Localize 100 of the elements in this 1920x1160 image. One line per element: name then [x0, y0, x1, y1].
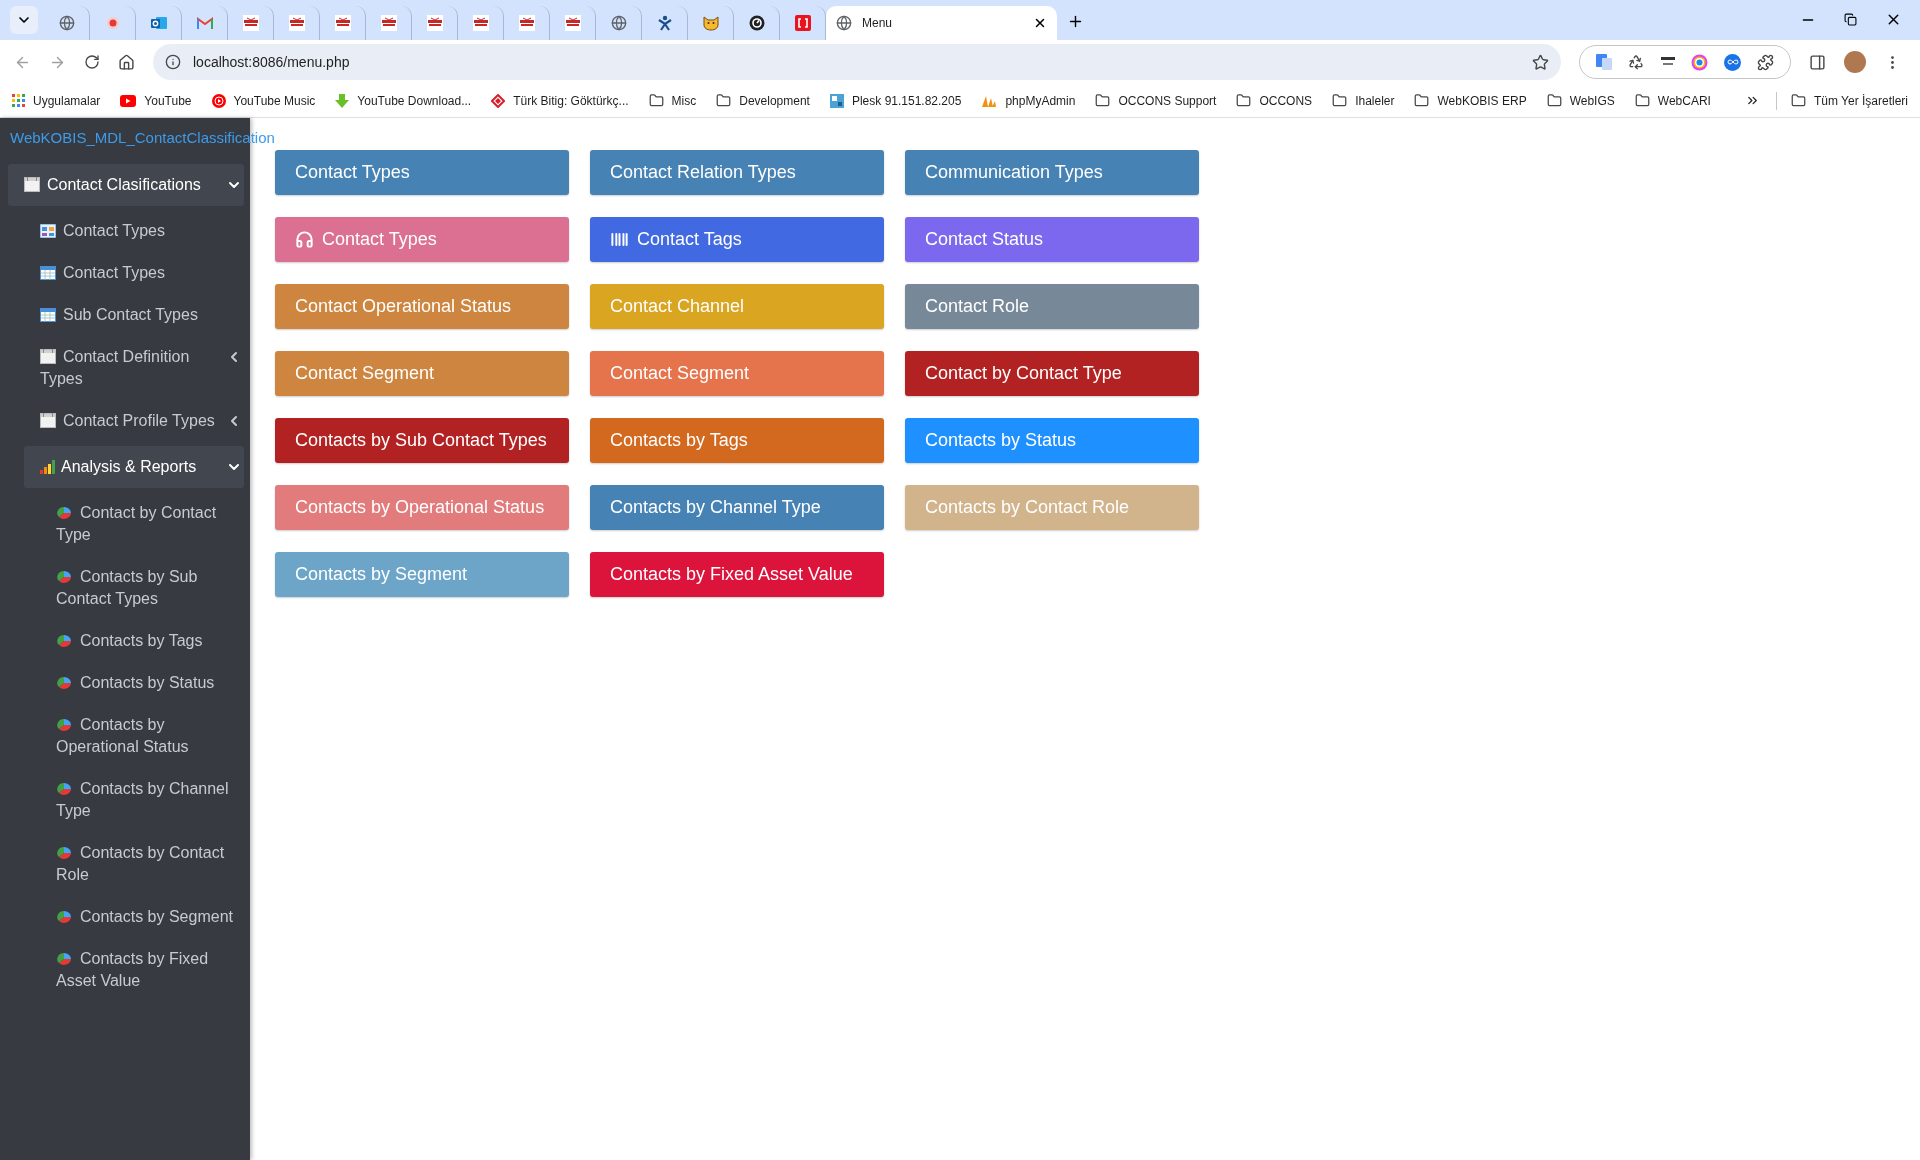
pie-chart-icon — [56, 676, 72, 689]
menu-button[interactable]: Contact Role — [905, 284, 1199, 329]
browser-tab[interactable]: Menu — [826, 6, 1057, 40]
menu-button[interactable]: Contacts by Tags — [590, 418, 884, 463]
window-icon — [40, 349, 56, 364]
bookmark-link[interactable]: Development — [716, 91, 810, 110]
sidebar-item[interactable]: Contacts by Sub Contact Types — [40, 556, 244, 620]
envelope-icon — [196, 17, 213, 29]
bookmark-link[interactable]: OCCONS — [1236, 91, 1313, 110]
pie-chart-icon — [56, 570, 72, 583]
bookmark-link[interactable]: OCCONS Support — [1095, 91, 1217, 110]
pie-chart-icon — [56, 718, 72, 731]
folder-icon — [1634, 93, 1650, 108]
bookmark-link[interactable]: Tüm Yer İşaretleri — [1790, 91, 1908, 110]
bookmark-link[interactable]: Türk Bitig: Göktürkç... — [491, 91, 629, 110]
apps-grid-icon — [12, 94, 25, 107]
bookmark-link[interactable]: Misc — [648, 91, 697, 110]
profile-avatar[interactable] — [1844, 51, 1866, 73]
barcode-icon — [610, 230, 629, 249]
table-icon — [40, 308, 56, 322]
new-tab-icon[interactable] — [1067, 13, 1084, 30]
infinity-icon[interactable] — [1724, 53, 1742, 71]
menu-button[interactable]: Contact Types — [275, 150, 569, 195]
color-wheel-icon[interactable] — [1691, 53, 1709, 71]
diamond-icon — [491, 93, 506, 108]
menu-button[interactable]: Contacts by Sub Contact Types — [275, 418, 569, 463]
sidebar-item[interactable]: Contacts by Segment — [40, 896, 244, 938]
bookmark-link[interactable]: WebIGS — [1546, 91, 1615, 110]
sidebar-item[interactable]: Contact Types — [24, 210, 244, 252]
logo-icon — [426, 15, 443, 31]
globe-icon — [610, 15, 627, 31]
sidebar-item[interactable]: Contacts by Status — [40, 662, 244, 704]
bookmark-link[interactable]: Ihaleler — [1332, 91, 1395, 110]
sidebar-item[interactable]: Contact Types — [24, 252, 244, 294]
url-text: localhost:8086/menu.php — [193, 52, 351, 72]
sidebar-item[interactable]: Contacts by Contact Role — [40, 832, 244, 896]
logo-icon — [334, 15, 351, 31]
pie-chart-icon — [56, 846, 72, 859]
tab-search-button[interactable] — [10, 6, 38, 34]
restore-icon[interactable] — [1844, 13, 1857, 26]
globe-icon — [58, 15, 75, 31]
logo-icon — [518, 15, 535, 31]
bookmark-star-icon[interactable] — [1532, 53, 1549, 71]
bookmark-link[interactable]: YouTube — [120, 91, 192, 110]
menu-button[interactable]: Communication Types — [905, 150, 1199, 195]
bookmark-link[interactable]: YouTube Download... — [335, 91, 472, 110]
folder-icon — [1095, 93, 1111, 108]
grid-icon — [40, 224, 56, 238]
sidebar-item[interactable]: Contacts by Channel Type — [40, 768, 244, 832]
window-icon — [40, 413, 56, 428]
bookmark-link[interactable]: phpMyAdmin — [981, 91, 1076, 110]
sidebar-item[interactable]: Contacts by Tags — [40, 620, 244, 662]
bracket-icon — [794, 15, 811, 31]
sidebar-item[interactable]: Contacts by Fixed Asset Value — [40, 938, 244, 1002]
site-info-icon[interactable] — [165, 54, 181, 70]
sidebar-item[interactable]: Contacts by Operational Status — [40, 704, 244, 768]
side-panel-icon[interactable] — [1809, 53, 1826, 71]
window-icon — [24, 177, 40, 192]
sidebar-group-header[interactable]: Analysis & Reports — [24, 446, 244, 488]
tab-title: Menu — [862, 15, 894, 32]
sidebar-group-header[interactable]: Contact Clasifications — [8, 164, 244, 206]
bookmark-link[interactable]: YouTube Music — [211, 91, 316, 110]
menu-button[interactable]: Contact Relation Types — [590, 150, 884, 195]
bookmark-link[interactable]: Uygulamalar — [12, 91, 101, 110]
logo-icon — [288, 15, 305, 31]
address-bar[interactable]: localhost:8086/menu.php — [153, 44, 1561, 80]
menu-button[interactable]: Contacts by Channel Type — [590, 485, 884, 530]
extensions-icon[interactable] — [1757, 53, 1775, 71]
folder-icon — [716, 93, 732, 108]
sidebar-item[interactable]: Contact Profile Types — [24, 400, 244, 442]
translate-icon[interactable] — [1595, 54, 1612, 70]
table-icon — [40, 266, 56, 280]
close-icon[interactable] — [1033, 16, 1047, 30]
menu-button[interactable]: Contact by Contact Type — [905, 351, 1199, 396]
sidebar-item[interactable]: Contact Definition Types — [24, 336, 244, 400]
music-play-icon — [211, 93, 226, 108]
plesk-icon — [829, 93, 844, 108]
sidebar-item[interactable]: Sub Contact Types — [24, 294, 244, 336]
menu-button[interactable]: Contacts by Fixed Asset Value — [590, 552, 884, 597]
folder-icon — [1414, 93, 1430, 108]
menu-button[interactable]: Contact Status — [905, 217, 1199, 262]
folder-icon — [1236, 93, 1252, 108]
pie-chart-icon — [56, 782, 72, 795]
bookmark-link[interactable]: WebKOBIS ERP — [1414, 91, 1527, 110]
bookmark-link[interactable]: Plesk 91.151.82.205 — [829, 91, 962, 110]
figure-icon — [656, 15, 673, 31]
recycle-icon[interactable] — [1627, 54, 1644, 70]
home-icon[interactable] — [118, 53, 135, 71]
logo-icon — [564, 15, 581, 31]
bookmark-link[interactable]: WebCARI — [1634, 91, 1711, 110]
gauge-icon — [748, 15, 765, 31]
reload-icon[interactable] — [84, 54, 100, 70]
sidebar-item[interactable]: Contact by Contact Type — [40, 492, 244, 556]
mail-app-icon — [150, 15, 167, 31]
logo-icon — [380, 15, 397, 31]
pie-chart-icon — [56, 910, 72, 923]
pie-chart-icon — [56, 506, 72, 519]
menu-button[interactable]: Contact Tags — [590, 217, 884, 262]
globe-icon — [836, 15, 852, 31]
logo-icon — [472, 15, 489, 31]
